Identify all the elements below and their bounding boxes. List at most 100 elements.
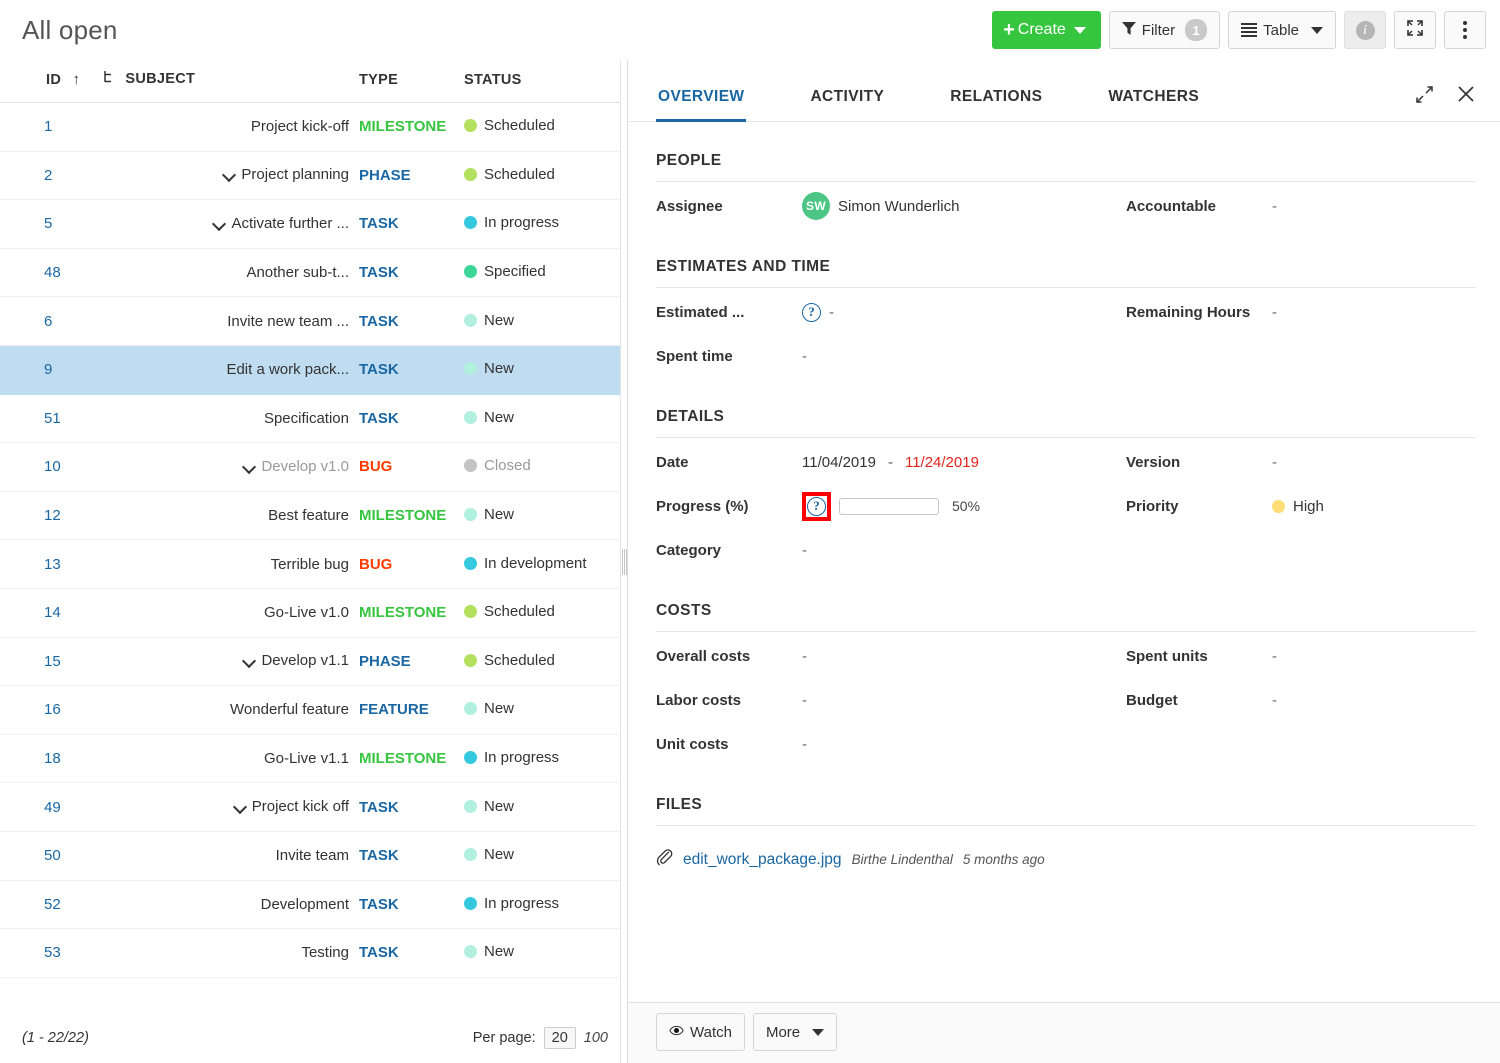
per-page-option-100[interactable]: 100 bbox=[584, 1030, 608, 1046]
column-header-subject[interactable]: SUBJECT bbox=[95, 60, 355, 103]
pane-splitter[interactable] bbox=[620, 60, 628, 1063]
column-header-status[interactable]: STATUS bbox=[460, 60, 620, 103]
table-row[interactable]: 14Go-Live v1.0MILESTONEScheduled bbox=[0, 588, 620, 637]
cell-type[interactable]: TASK bbox=[355, 297, 460, 346]
cell-subject[interactable]: Best feature bbox=[95, 491, 355, 540]
table-row[interactable]: 52DevelopmentTASKIn progress bbox=[0, 880, 620, 929]
cell-type[interactable]: MILESTONE bbox=[355, 103, 460, 152]
per-page-option-20[interactable]: 20 bbox=[544, 1027, 576, 1049]
cell-subject[interactable]: Development bbox=[95, 880, 355, 929]
cell-id[interactable]: 49 bbox=[0, 783, 95, 832]
table-view-button[interactable]: Table bbox=[1228, 11, 1336, 49]
cell-subject[interactable]: Edit a work pack... bbox=[95, 345, 355, 394]
cell-type[interactable]: TASK bbox=[355, 880, 460, 929]
cell-subject[interactable]: Testing bbox=[95, 929, 355, 978]
cell-type[interactable]: TASK bbox=[355, 783, 460, 832]
column-header-type[interactable]: TYPE bbox=[355, 60, 460, 103]
chevron-down-icon[interactable] bbox=[224, 169, 235, 180]
cell-status[interactable]: New bbox=[460, 831, 620, 880]
field-value-labor-costs[interactable]: - bbox=[802, 692, 807, 709]
cell-subject[interactable]: Specification bbox=[95, 394, 355, 443]
cell-subject[interactable]: Project kick-off bbox=[95, 103, 355, 152]
cell-id[interactable]: 48 bbox=[0, 248, 95, 297]
cell-status[interactable]: New bbox=[460, 345, 620, 394]
cell-id[interactable]: 9 bbox=[0, 345, 95, 394]
cell-status[interactable]: New bbox=[460, 297, 620, 346]
table-row[interactable]: 6Invite new team ...TASKNew bbox=[0, 297, 620, 346]
help-circle-icon[interactable]: ? bbox=[807, 497, 826, 516]
table-row[interactable]: 1Project kick-offMILESTONEScheduled bbox=[0, 103, 620, 152]
chevron-down-icon[interactable] bbox=[244, 655, 255, 666]
cell-type[interactable]: TASK bbox=[355, 200, 460, 249]
cell-status[interactable]: Specified bbox=[460, 248, 620, 297]
cell-subject[interactable]: Terrible bug bbox=[95, 540, 355, 589]
cell-id[interactable]: 15 bbox=[0, 637, 95, 686]
table-row[interactable]: 5Activate further ...TASKIn progress bbox=[0, 200, 620, 249]
table-row[interactable]: 51SpecificationTASKNew bbox=[0, 394, 620, 443]
cell-subject[interactable]: Activate further ... bbox=[95, 200, 355, 249]
cell-status[interactable]: In progress bbox=[460, 200, 620, 249]
table-row[interactable]: 49Project kick offTASKNew bbox=[0, 783, 620, 832]
cell-id[interactable]: 16 bbox=[0, 686, 95, 735]
table-row[interactable]: 50Invite teamTASKNew bbox=[0, 831, 620, 880]
cell-status[interactable]: New bbox=[460, 929, 620, 978]
filter-button[interactable]: Filter 1 bbox=[1109, 11, 1220, 49]
close-icon[interactable] bbox=[1456, 84, 1476, 104]
cell-id[interactable]: 12 bbox=[0, 491, 95, 540]
table-row[interactable]: 9Edit a work pack...TASKNew bbox=[0, 345, 620, 394]
expand-diagonal-icon[interactable] bbox=[1415, 85, 1434, 104]
table-row[interactable]: 18Go-Live v1.1MILESTONEIn progress bbox=[0, 734, 620, 783]
cell-status[interactable]: Scheduled bbox=[460, 637, 620, 686]
cell-id[interactable]: 2 bbox=[0, 151, 95, 200]
cell-subject[interactable]: Project planning bbox=[95, 151, 355, 200]
field-value-version[interactable]: - bbox=[1272, 454, 1277, 471]
fullscreen-button[interactable] bbox=[1394, 11, 1436, 49]
cell-id[interactable]: 53 bbox=[0, 929, 95, 978]
tab-overview[interactable]: OVERVIEW bbox=[656, 82, 746, 122]
cell-id[interactable]: 50 bbox=[0, 831, 95, 880]
table-row[interactable]: 10Develop v1.0BUGClosed bbox=[0, 443, 620, 492]
cell-id[interactable]: 1 bbox=[0, 103, 95, 152]
cell-status[interactable]: Scheduled bbox=[460, 588, 620, 637]
cell-id[interactable]: 51 bbox=[0, 394, 95, 443]
help-circle-icon[interactable]: ? bbox=[802, 303, 821, 322]
cell-type[interactable]: TASK bbox=[355, 248, 460, 297]
cell-id[interactable]: 6 bbox=[0, 297, 95, 346]
estimated-time-value[interactable]: - bbox=[829, 304, 834, 321]
field-value-spent-units[interactable]: - bbox=[1272, 648, 1277, 665]
column-header-id[interactable]: ID ↑ bbox=[0, 60, 95, 103]
cell-status[interactable]: New bbox=[460, 783, 620, 832]
field-value-assignee[interactable]: SW Simon Wunderlich bbox=[802, 192, 959, 220]
cell-status[interactable]: Scheduled bbox=[460, 103, 620, 152]
table-row[interactable]: 53TestingTASKNew bbox=[0, 929, 620, 978]
cell-subject[interactable]: Project kick off bbox=[95, 783, 355, 832]
field-value-overall-costs[interactable]: - bbox=[802, 648, 807, 665]
cell-status[interactable]: New bbox=[460, 394, 620, 443]
tab-activity[interactable]: ACTIVITY bbox=[808, 82, 886, 122]
cell-type[interactable]: TASK bbox=[355, 345, 460, 394]
field-value-priority[interactable]: High bbox=[1272, 498, 1324, 515]
cell-type[interactable]: BUG bbox=[355, 540, 460, 589]
cell-type[interactable]: PHASE bbox=[355, 151, 460, 200]
cell-id[interactable]: 13 bbox=[0, 540, 95, 589]
cell-type[interactable]: PHASE bbox=[355, 637, 460, 686]
table-row[interactable]: 2Project planningPHASEScheduled bbox=[0, 151, 620, 200]
cell-subject[interactable]: Invite new team ... bbox=[95, 297, 355, 346]
cell-status[interactable]: In progress bbox=[460, 734, 620, 783]
progress-control[interactable]: 50% bbox=[839, 498, 980, 515]
cell-id[interactable]: 14 bbox=[0, 588, 95, 637]
cell-type[interactable]: TASK bbox=[355, 394, 460, 443]
more-options-button[interactable] bbox=[1444, 11, 1486, 49]
chevron-down-icon[interactable] bbox=[244, 461, 255, 472]
table-row[interactable]: 48Another sub-t...TASKSpecified bbox=[0, 248, 620, 297]
cell-id[interactable]: 10 bbox=[0, 443, 95, 492]
field-value-unit-costs[interactable]: - bbox=[802, 736, 807, 753]
field-value-remaining-hours[interactable]: - bbox=[1272, 304, 1277, 321]
cell-status[interactable]: In development bbox=[460, 540, 620, 589]
cell-id[interactable]: 5 bbox=[0, 200, 95, 249]
chevron-down-icon[interactable] bbox=[214, 218, 225, 229]
cell-subject[interactable]: Go-Live v1.0 bbox=[95, 588, 355, 637]
field-value-category[interactable]: - bbox=[802, 542, 807, 559]
cell-subject[interactable]: Develop v1.0 bbox=[95, 443, 355, 492]
more-button[interactable]: More bbox=[753, 1013, 837, 1051]
